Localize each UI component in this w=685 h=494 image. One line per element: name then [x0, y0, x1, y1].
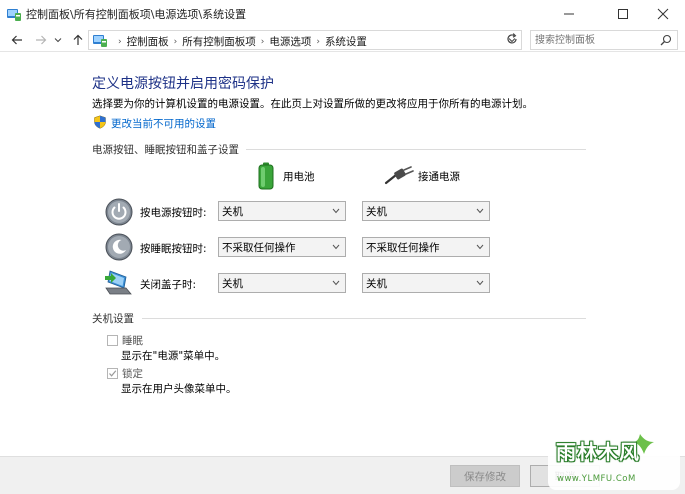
group-divider — [142, 318, 586, 319]
window-title: 控制面板\所有控制面板项\电源选项\系统设置 — [26, 8, 247, 21]
power-plug-icon — [384, 166, 414, 185]
minimize-button[interactable] — [546, 0, 592, 28]
breadcrumb-separator[interactable]: › — [174, 37, 178, 47]
group-divider — [246, 149, 586, 150]
recent-locations-button[interactable] — [52, 32, 64, 48]
chevron-down-icon — [332, 208, 340, 214]
select-value: 关机 — [222, 206, 243, 218]
minimize-icon — [564, 13, 574, 15]
up-button[interactable] — [70, 32, 86, 48]
main-content: 定义电源按钮并启用密码保护 选择要为你的计算机设置的电源设置。在此页上对设置所做… — [0, 53, 685, 456]
chevron-down-icon — [332, 244, 340, 250]
breadcrumb-separator[interactable]: › — [316, 37, 320, 47]
close-icon — [657, 8, 669, 20]
power-button-icon — [105, 198, 133, 226]
breadcrumb-separator: › — [118, 36, 122, 47]
select-value: 关机 — [366, 278, 387, 290]
power-button-plugged-select[interactable]: 关机 — [362, 201, 490, 221]
battery-label: 用电池 — [283, 170, 315, 183]
save-changes-button[interactable]: 保存修改 — [450, 465, 520, 487]
lock-checkbox-label: 锁定 — [122, 368, 143, 380]
sleep-button-plugged-select[interactable]: 不采取任何操作 — [362, 237, 490, 257]
maximize-icon — [618, 9, 628, 19]
page-description: 选择要为你的计算机设置的电源设置。在此页上对设置所做的更改将应用于你所有的电源计… — [92, 98, 533, 110]
watermark-url: www.YLMFU.CoM — [557, 474, 636, 484]
plugged-label: 接通电源 — [418, 170, 460, 183]
control-panel-icon — [7, 9, 21, 21]
chevron-down-icon — [332, 280, 340, 286]
lid-close-battery-select[interactable]: 关机 — [218, 273, 346, 293]
close-button[interactable] — [640, 0, 685, 28]
breadcrumb-item-power-options[interactable]: 电源选项 — [269, 34, 311, 49]
arrow-left-icon — [11, 35, 22, 45]
breadcrumb-item-all-items[interactable]: 所有控制面板项 — [182, 34, 256, 49]
address-bar[interactable]: › 控制面板 › 所有控制面板项 › 电源选项 › 系统设置 — [88, 30, 522, 50]
refresh-icon[interactable] — [505, 32, 519, 46]
laptop-lid-icon — [105, 270, 132, 295]
change-unavailable-settings-link[interactable]: 更改当前不可用的设置 — [111, 116, 216, 131]
chevron-down-icon — [476, 280, 484, 286]
search-box[interactable] — [530, 30, 678, 50]
breadcrumb: › 控制面板 › 所有控制面板项 › 电源选项 › 系统设置 — [113, 34, 367, 49]
select-value: 不采取任何操作 — [366, 242, 440, 254]
title-bar: 控制面板\所有控制面板项\电源选项\系统设置 — [0, 0, 685, 28]
select-value: 不采取任何操作 — [222, 242, 296, 254]
watermark-text: 雨林木风 — [556, 440, 640, 464]
chevron-down-icon — [476, 208, 484, 214]
shutdown-group-title: 关机设置 — [92, 313, 134, 325]
control-panel-icon — [93, 35, 107, 47]
sleep-button-battery-select[interactable]: 不采取任何操作 — [218, 237, 346, 257]
power-button-battery-select[interactable]: 关机 — [218, 201, 346, 221]
battery-column-header: 用电池 — [257, 162, 315, 190]
sleep-checkbox-label: 睡眠 — [122, 335, 143, 347]
chevron-down-icon — [476, 244, 484, 250]
arrow-up-icon — [73, 34, 83, 45]
arrow-right-icon — [36, 35, 47, 45]
buttons-group-title: 电源按钮、睡眠按钮和盖子设置 — [92, 144, 239, 156]
plugged-column-header: 接通电源 — [384, 166, 460, 186]
select-value: 关机 — [366, 206, 387, 218]
lid-close-label: 关闭盖子时: — [140, 279, 197, 291]
breadcrumb-item-system-settings[interactable]: 系统设置 — [325, 34, 367, 49]
forward-button[interactable] — [33, 32, 49, 48]
chevron-down-icon — [54, 38, 62, 43]
battery-icon — [258, 162, 274, 190]
search-icon[interactable] — [660, 34, 672, 46]
lid-close-plugged-select[interactable]: 关机 — [362, 273, 490, 293]
sleep-button-icon — [105, 233, 133, 261]
uac-shield-icon — [94, 115, 106, 129]
sleep-checkbox[interactable] — [107, 335, 118, 346]
back-button[interactable] — [9, 32, 25, 48]
sleep-button-label: 按睡眠按钮时: — [140, 243, 207, 255]
select-value: 关机 — [222, 278, 243, 290]
lock-checkbox[interactable] — [107, 368, 118, 379]
breadcrumb-separator[interactable]: › — [261, 37, 265, 47]
breadcrumb-item-control-panel[interactable]: 控制面板 — [127, 34, 169, 49]
power-button-label: 按电源按钮时: — [140, 207, 207, 219]
checkmark-icon — [109, 370, 117, 377]
navigation-bar: › 控制面板 › 所有控制面板项 › 电源选项 › 系统设置 — [0, 28, 685, 52]
lock-checkbox-description: 显示在用户头像菜单中。 — [121, 383, 237, 395]
search-input[interactable] — [535, 33, 653, 47]
page-title: 定义电源按钮并启用密码保护 — [92, 76, 274, 92]
sleep-checkbox-description: 显示在"电源"菜单中。 — [121, 350, 226, 362]
